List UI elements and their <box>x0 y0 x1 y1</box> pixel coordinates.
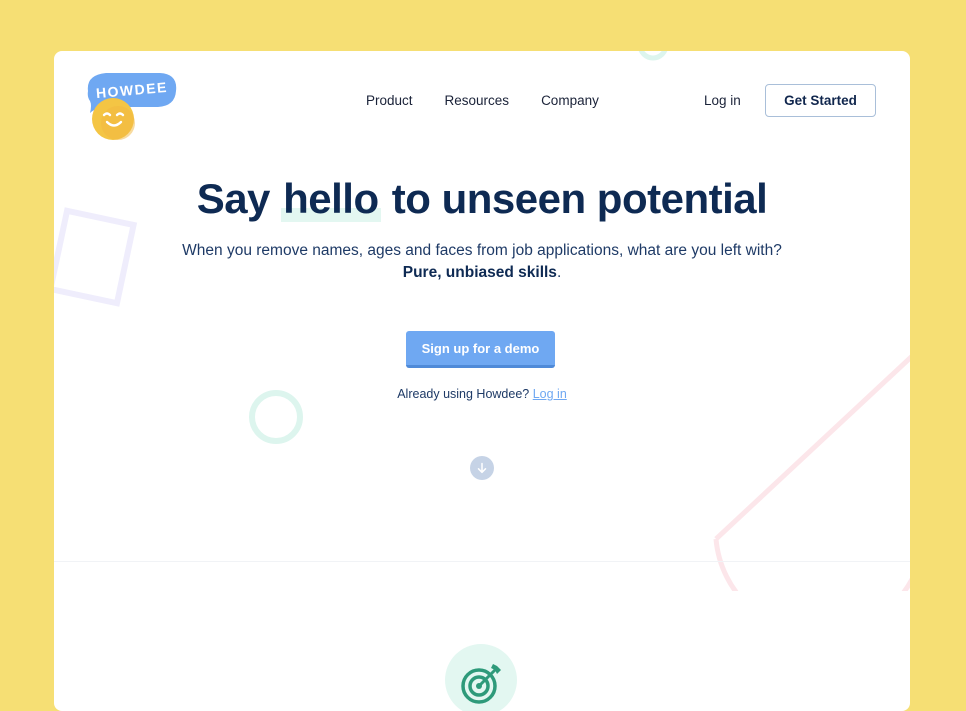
header-login-link[interactable]: Log in <box>704 93 741 108</box>
hero-title-end: to unseen potential <box>380 175 768 222</box>
hero-subtitle-line: When you remove names, ages and faces fr… <box>182 242 782 259</box>
howdee-logo[interactable]: HOWDEE <box>82 69 182 145</box>
hero-subtitle: When you remove names, ages and faces fr… <box>54 240 910 284</box>
decor-pink-semicircle <box>713 354 910 591</box>
hero-title-highlight: hello <box>281 175 381 222</box>
existing-user-text: Already using Howdee? <box>397 387 533 401</box>
scroll-down-button[interactable] <box>470 456 494 480</box>
logo-graphic: HOWDEE <box>87 73 177 140</box>
get-started-button[interactable]: Get Started <box>765 84 876 117</box>
target-icon <box>461 664 501 704</box>
hero-login-link[interactable]: Log in <box>533 387 567 401</box>
main-nav: Product Resources Company <box>366 93 599 108</box>
section-divider <box>54 561 910 562</box>
demo-signup-button[interactable]: Sign up for a demo <box>406 331 555 368</box>
arrow-down-icon <box>477 462 487 474</box>
feature-icon-badge <box>445 644 517 711</box>
nav-item-resources[interactable]: Resources <box>445 93 510 108</box>
nav-item-product[interactable]: Product <box>366 93 413 108</box>
hero-title: Say hello to unseen potential <box>54 173 910 225</box>
hero-subtitle-period: . <box>556 264 562 281</box>
decor-mint-ring-top <box>638 51 668 61</box>
existing-user-prompt: Already using Howdee? Log in <box>54 387 910 401</box>
nav-item-company[interactable]: Company <box>541 93 599 108</box>
landing-page: HOWDEE Product Resources Company Log in … <box>54 51 910 711</box>
hero-subtitle-emphasis: Pure, unbiased skills <box>402 264 557 281</box>
hero-title-start: Say <box>196 175 282 222</box>
